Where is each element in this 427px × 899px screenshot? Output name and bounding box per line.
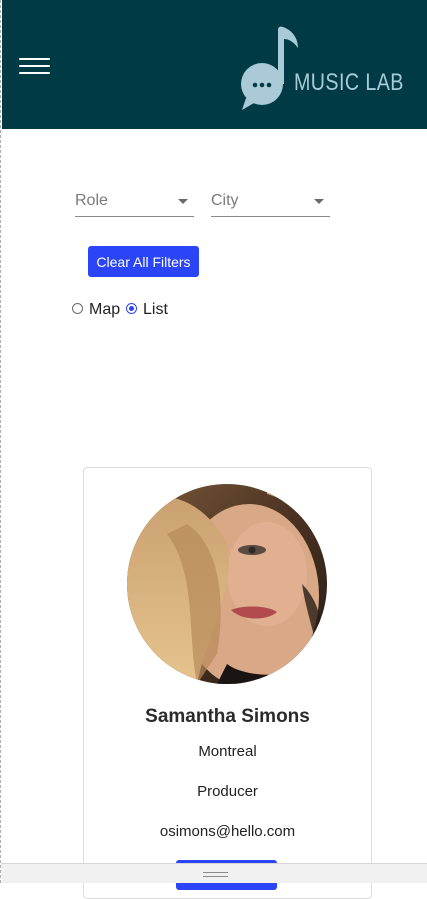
profile-email[interactable]: osimons@hello.com bbox=[84, 823, 371, 840]
list-view-label[interactable]: List bbox=[143, 301, 168, 319]
map-view-label[interactable]: Map bbox=[89, 301, 120, 319]
brand-name: MUSIC LAB bbox=[294, 69, 404, 96]
resize-handle[interactable] bbox=[1, 863, 427, 883]
profile-role: Producer bbox=[197, 783, 258, 800]
city-select-label: City bbox=[211, 192, 239, 209]
grip-icon-line bbox=[203, 876, 228, 877]
hamburger-menu-icon[interactable] bbox=[19, 56, 51, 76]
map-view-radio[interactable] bbox=[72, 303, 83, 314]
profile-card: Samantha Simons Montreal Producer osimon… bbox=[83, 467, 372, 899]
music-note-chat-icon bbox=[241, 26, 298, 110]
city-select[interactable]: City bbox=[211, 186, 330, 217]
avatar[interactable] bbox=[127, 484, 327, 684]
grip-icon bbox=[203, 872, 228, 873]
chevron-down-icon bbox=[314, 199, 324, 204]
music-lab-logo[interactable]: MUSIC LAB bbox=[238, 24, 403, 116]
app-header: MUSIC LAB bbox=[2, 0, 427, 129]
clear-all-filters-button[interactable]: Clear All Filters bbox=[88, 246, 199, 277]
role-select[interactable]: Role bbox=[75, 186, 194, 217]
role-select-label: Role bbox=[75, 192, 108, 209]
chevron-down-icon bbox=[178, 199, 188, 204]
list-view-radio[interactable] bbox=[126, 303, 137, 314]
profile-city: Montreal bbox=[198, 743, 257, 760]
profile-name: Samantha Simons bbox=[145, 706, 310, 727]
